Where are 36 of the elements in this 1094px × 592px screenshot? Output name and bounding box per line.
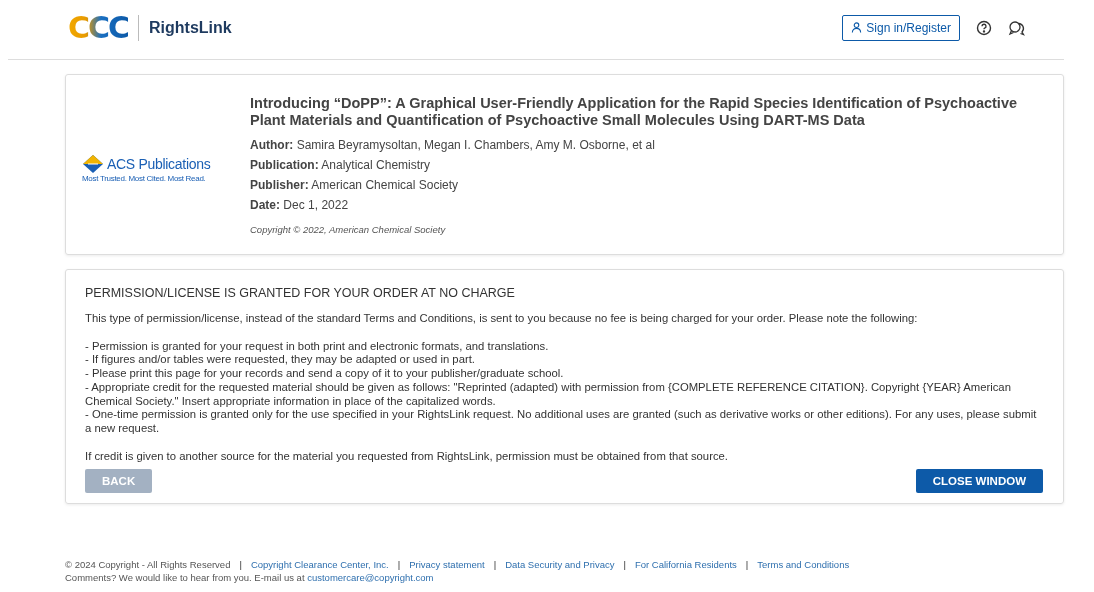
article-detail: Publication: Analytical Chemistry [250,157,432,172]
publisher-logo-text: ACS Publications [107,156,211,172]
license-heading: PERMISSION/LICENSE IS GRANTED FOR YOUR ORDER AT NO CHARGE [85,286,516,300]
feedback-text: Comments? We would like to hear from you. E-mail us at [65,572,305,583]
help-icon[interactable] [976,19,992,36]
article-detail: Publisher: American Chemical Society [250,177,460,192]
copyright-text: © 2024 Copyright - All Rights Reserved [65,558,231,571]
close-window-button[interactable]: CLOSE WINDOW [915,469,1043,494]
footer-link[interactable]: For California Residents [634,558,737,571]
article-title: Introducing “DoPP”: A Graphical User-Friendly Application for the Rapid Species Identification of Psychoactive Plant Materials and Quantification of Psychoactive Small Molecules Using DART-MS Data [250,94,1018,129]
separator: | [623,558,626,571]
article-detail: Date: Dec 1, 2022 [250,197,350,212]
separator: | [397,558,401,571]
license-note: If credit is given to another source for the material you requested from RightsLink, permission must be obtained from that source. [85,449,729,464]
footer-link[interactable]: Privacy statement [409,558,485,571]
license-term: - Please print this page for your records and send a copy of it to your publisher/graduate school. [85,367,565,381]
footer-link[interactable]: Data Security and Privacy [505,558,615,571]
license-term: - Appropriate credit for the requested material should be given as follows: "Reprinted (adapted) with permission from {COMPLETE REFERENCE CITATION}. Copyright {YEAR} American Chemical Society." Insert appropriate information in place of the capitalized words. [85,380,1012,409]
article-detail: Author: Samira Beyramysoltan, Megan I. Chambers, Amy M. Osborne, et al [250,137,656,152]
email-link[interactable]: customercare@copyright.com [307,572,434,583]
separator: | [493,558,497,571]
diamond-logo-icon [82,154,104,174]
copyright-notice: Copyright © 2022, American Chemical Society [250,223,447,235]
license-intro: This type of permission/license, instead of the standard Terms and Conditions, is sent to you because no fee is being charged for your order. Please note the following: [85,312,919,326]
license-term: - Permission is granted for your request in both print and electronic formats, and translations. [85,339,550,354]
license-term: - If figures and/or tables were requested, they may be adapted or used in part. [85,353,476,368]
user-icon [851,22,863,33]
footer-link[interactable]: Terms and Conditions [757,558,850,571]
license-term: - One-time permission is granted only for the use specified in your RightsLink request. No additional uses are granted (such as derivative works or other editions). For any uses, please submit a new request. [85,408,1038,436]
publisher-tagline: Most Trusted. Most Cited. Most Read. [82,174,206,183]
sign-in-button[interactable]: Sign in/Register [842,14,960,41]
footer-link[interactable]: Copyright Clearance Center, Inc. [250,558,389,571]
chat-icon[interactable] [1008,19,1026,36]
product-name: RightsLink [138,14,232,41]
separator: | [745,558,749,571]
separator: | [239,558,242,571]
